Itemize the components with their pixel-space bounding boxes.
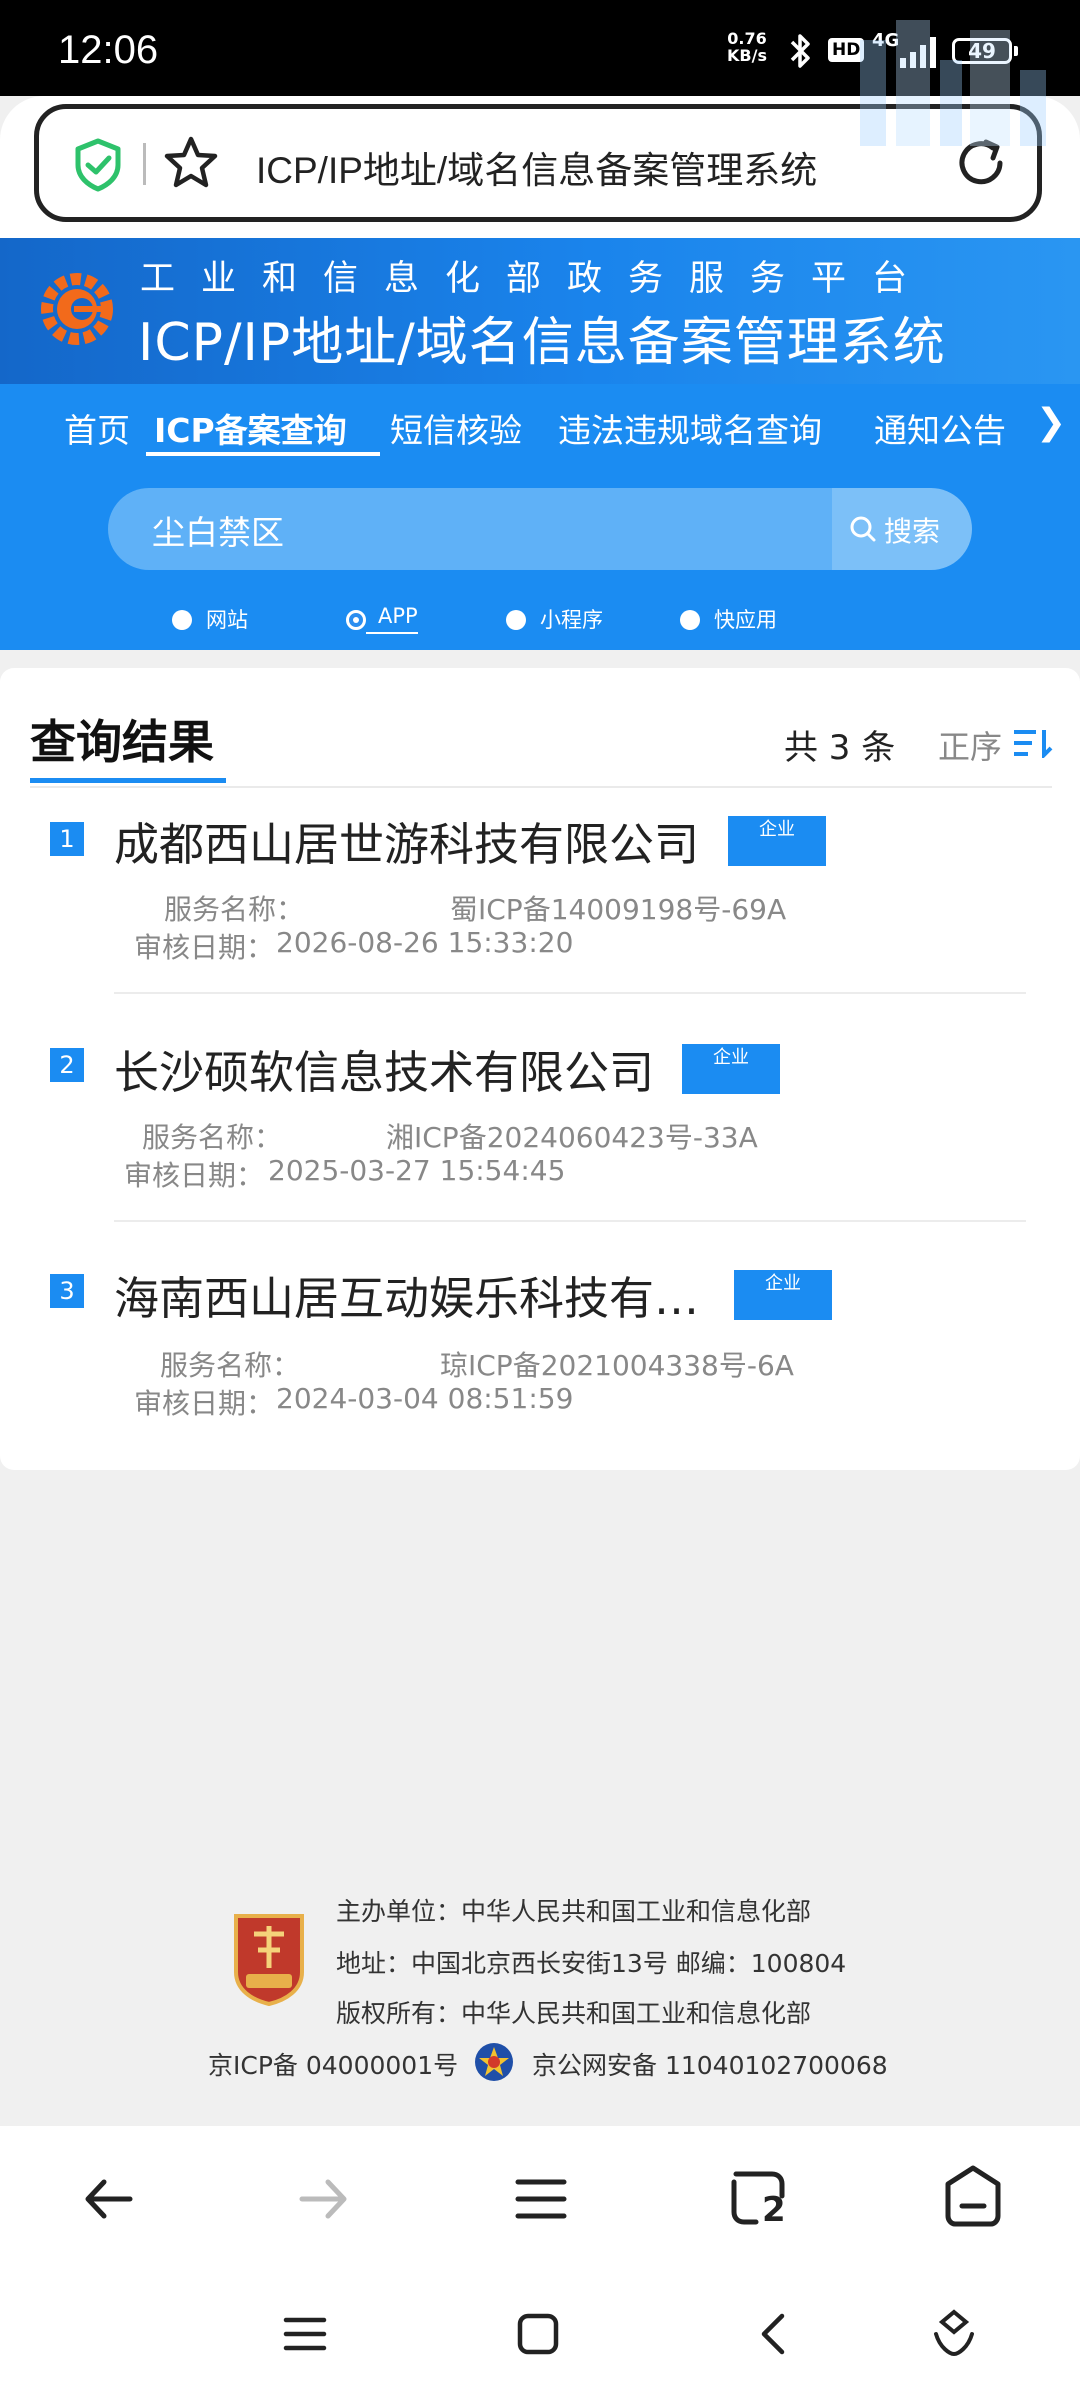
address-title[interactable]: ICP/IP地址/域名信息备案管理系统 [256,140,817,194]
result-separator [114,992,1026,994]
result-service-label: 服务名称： [164,893,305,926]
police-badge-icon [475,2043,513,2081]
status-time: 12:06 [58,28,159,72]
radio-app-underline [366,632,418,634]
result-service-label: 服务名称： [160,1349,301,1382]
footer-copyright: 版权所有：中华人民共和国工业和信息化部 [336,1999,812,2028]
result-service-label: 服务名称： [142,1121,283,1154]
browser-toolbar [0,2126,1080,2400]
banner-title: ICP/IP地址/域名信息备案管理系统 [138,313,946,373]
radio-app[interactable] [346,610,366,630]
search-icon[interactable] [848,514,878,544]
footer-address: 地址：中国北京西长安街13号 邮编：100804 [336,1949,847,1978]
result-index: 2 [50,1048,84,1082]
result-icp-number: 蜀ICP备14009198号-69A [450,893,787,926]
footer-police-link[interactable]: 京公网安备 11040102700068 [532,2046,888,2082]
nav-illegal-domain[interactable]: 违法违规域名查询 [558,404,822,452]
nav-notice[interactable]: 通知公告 [874,404,1006,452]
net-speed: 0.76 KB/s [722,30,772,64]
forward-arrow-icon[interactable] [294,2170,352,2228]
result-badge: 企业 [734,1270,832,1320]
result-date: 2025-03-27 15:54:45 [268,1154,566,1187]
radio-app-label[interactable]: APP [378,604,418,628]
result-index: 1 [50,822,84,856]
result-date-label: 审核日期： [134,931,275,964]
footer-icp-link[interactable]: 京ICP备 04000001号 [208,2046,458,2082]
nav-assistant-icon[interactable] [930,2308,978,2360]
nav-sms-verify[interactable]: 短信核验 [390,404,522,452]
result-date-label: 审核日期： [134,1387,275,1420]
net-speed-unit: KB/s [727,46,767,65]
result-date: 2024-03-04 08:51:59 [276,1382,574,1415]
banner-decoration [860,20,1046,146]
nav-home-square-icon[interactable] [516,2312,560,2356]
footer-sponsor: 主办单位：中华人民共和国工业和信息化部 [336,1897,812,1926]
sort-list-icon[interactable] [1014,728,1054,758]
radio-quickapp[interactable] [680,610,700,630]
radio-miniprogram-label[interactable]: 小程序 [540,604,603,634]
menu-icon[interactable] [512,2170,570,2228]
radio-miniprogram[interactable] [506,610,526,630]
result-index: 3 [50,1274,84,1308]
result-date-label: 审核日期： [124,1159,265,1192]
result-badge: 企业 [728,816,826,866]
radio-website[interactable] [172,610,192,630]
bluetooth-icon [790,34,810,68]
result-company[interactable]: 长沙硕软信息技术有限公司 [114,1036,654,1101]
result-icp-number: 琼ICP备2021004338号-6A [440,1349,794,1382]
party-government-emblem-icon [234,1914,304,2006]
nav-back-icon[interactable] [756,2312,792,2356]
result-badge: 企业 [682,1044,780,1094]
radio-quickapp-label[interactable]: 快应用 [714,604,777,634]
back-arrow-icon[interactable] [80,2170,138,2228]
nav-icp-query[interactable]: ICP备案查询 [154,404,347,452]
result-company[interactable]: 成都西山居世游科技有限公司 [114,808,699,873]
result-company[interactable]: 海南西山居互动娱乐科技有… [114,1262,699,1327]
nav-active-indicator [146,452,380,456]
result-icp-number: 湘ICP备2024060423号-33A [386,1121,758,1154]
results-divider [30,786,1052,788]
banner-subtitle: 工业和信息化部政务服务平台 [140,259,934,299]
net-speed-value: 0.76 [727,29,767,48]
tabs-count[interactable]: 2 [762,2190,786,2230]
ministry-logo-icon [41,273,113,345]
results-title-underline [30,778,226,783]
address-divider [143,143,146,185]
search-button-label[interactable]: 搜索 [884,510,940,550]
results-count: 共 3 条 [784,728,896,768]
radio-website-label[interactable]: 网站 [206,604,248,634]
search-input-value[interactable]: 尘白禁区 [152,506,284,554]
star-icon[interactable] [162,134,220,192]
result-date: 2026-08-26 15:33:20 [276,926,574,959]
home-icon[interactable] [942,2164,1004,2228]
shield-check-icon[interactable] [70,137,126,193]
nav-more-icon[interactable]: ❯ [1036,402,1066,443]
nav-menu-icon[interactable] [282,2314,328,2354]
result-separator [114,1220,1026,1222]
nav-home[interactable]: 首页 [64,404,130,452]
sort-toggle[interactable]: 正序 [938,722,1002,768]
results-title: 查询结果 [30,715,214,769]
